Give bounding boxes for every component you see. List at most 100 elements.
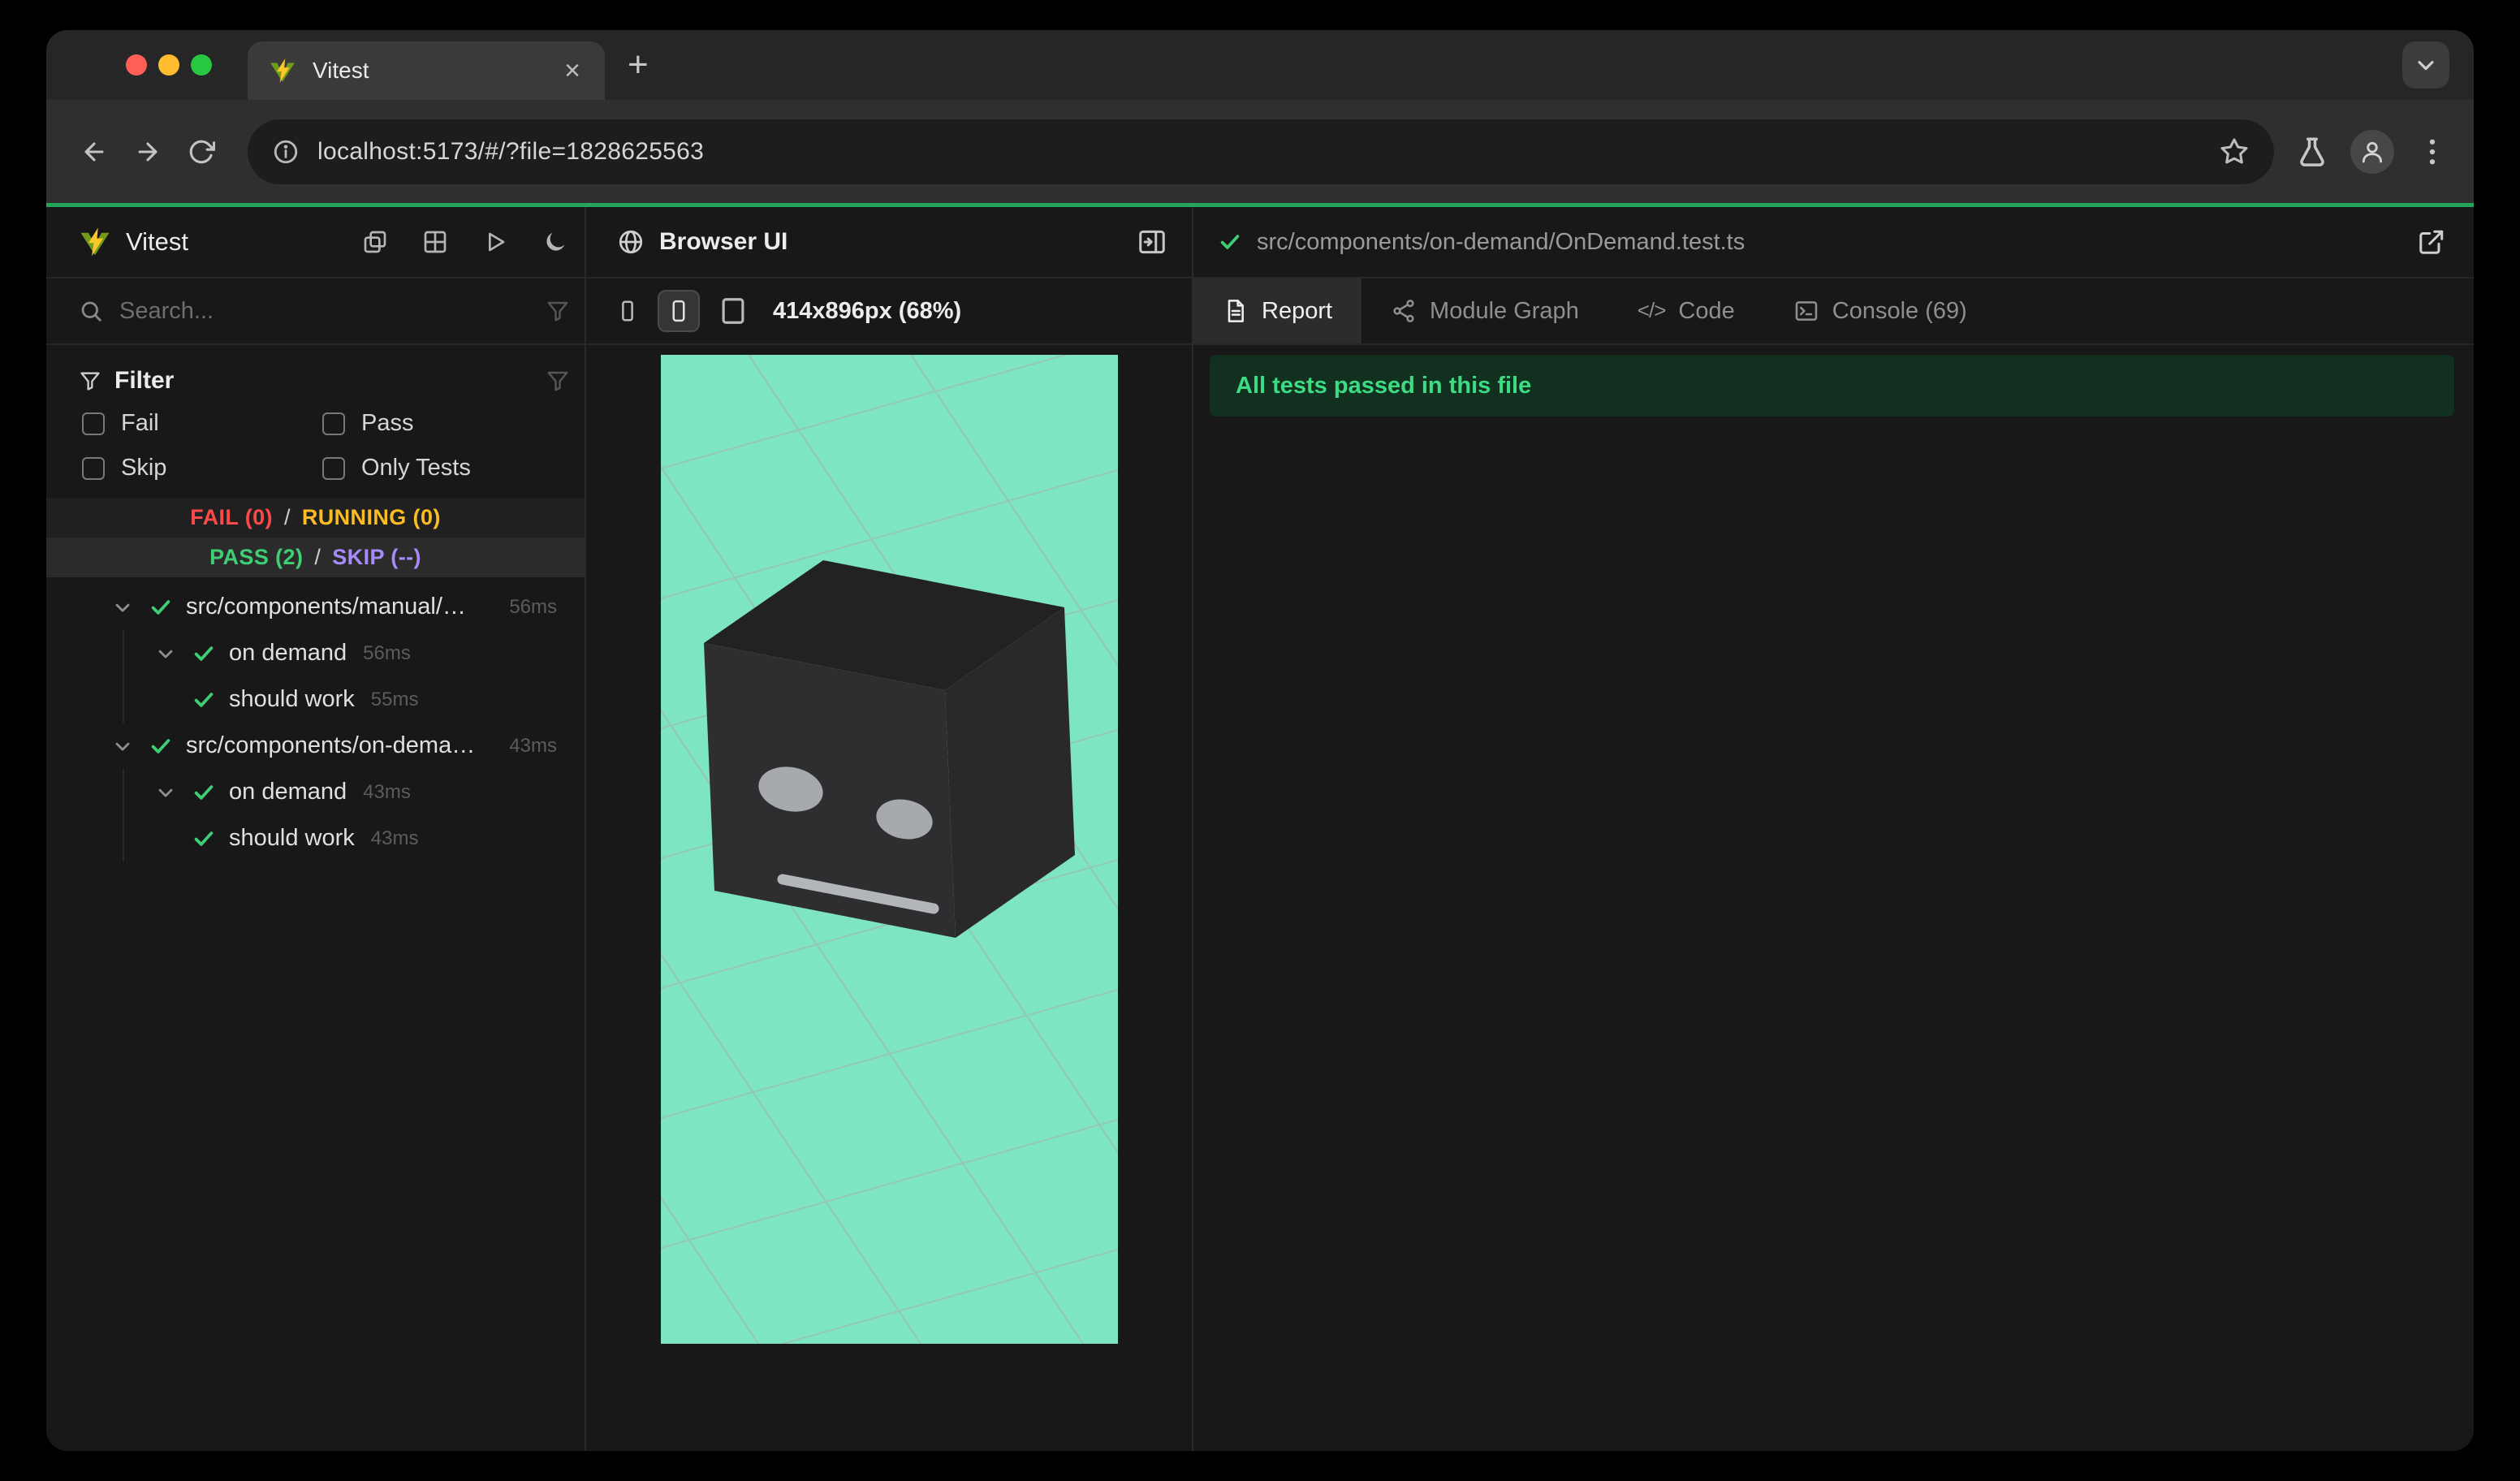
checkbox-label: Fail [121,410,159,436]
tab-report[interactable]: Report [1193,278,1362,343]
tree-row-duration: 43ms [370,827,419,849]
sidebar-search-row [46,278,585,345]
minimize-window-button[interactable] [158,54,179,76]
tree-row-duration: 43ms [509,734,557,757]
vitest-ui: Vitest Search... Filter Fail Pass Skip O… [46,207,2474,1451]
check-icon [194,692,214,707]
play-icon [489,232,505,252]
checkbox-label: Only Tests [361,455,471,481]
moon-icon [546,232,565,251]
browser-tab-vitest[interactable]: Vitest × [248,41,605,100]
tree-row-label: src/components/manual/… [186,594,466,620]
chevron-down-icon[interactable] [154,642,177,665]
summary-row-pass-skip: PASS (2) / SKIP (--) [46,538,585,577]
external-link-icon[interactable] [2417,227,2446,257]
reload-icon [189,140,215,163]
globe-icon [619,230,643,254]
address-bar[interactable]: localhost:5173/#/?file=1828625563 [248,119,2274,184]
checkbox-icon [322,456,345,480]
fail-count: FAIL (0) [190,505,273,529]
tree-row-label: on demand [229,779,347,805]
forward-button[interactable] [124,128,171,175]
console-icon [1795,301,1818,321]
tab-label: Console (69) [1832,297,1967,324]
summary-separator: / [314,545,321,569]
run-all-button[interactable] [479,226,511,258]
tablet-preset-button[interactable] [718,296,749,326]
tree-row-label: should work [229,686,355,712]
chevron-down-icon[interactable] [111,596,134,619]
small-phone-preset-button[interactable] [615,299,640,323]
search-icon [81,301,101,322]
experiments-flask-icon[interactable] [2295,135,2329,169]
tab-console[interactable]: Console (69) [1764,278,1996,343]
site-info-icon[interactable] [272,138,300,166]
tree-row-duration: 56ms [509,595,557,618]
tested-app-viewport[interactable] [660,355,1118,1344]
check-icon [194,831,214,846]
browser-ui-header: Browser UI [586,207,1192,278]
person-icon [2362,141,2383,162]
check-icon [151,738,170,753]
back-button[interactable] [71,128,118,175]
toolbar-right-icons [2295,129,2449,174]
reload-button[interactable] [178,128,225,175]
tree-row-file-on-demand[interactable]: src/components/on-dema… 43ms [46,723,585,769]
tree-row-duration: 55ms [370,688,419,710]
zoom-window-button[interactable] [191,54,212,76]
report-panel: src/components/on-demand/OnDemand.test.t… [1193,207,2474,1451]
filter-header: Filter [79,358,570,404]
back-arrow-icon [84,142,104,161]
open-in-panel-icon[interactable] [1137,227,1167,257]
dashboard-button[interactable] [419,226,451,258]
filter-options: Fail Pass Skip Only Tests [79,410,570,481]
robot-cube-scene [660,355,1118,1344]
check-icon [1220,235,1240,249]
viewport-size-label: 414x896px (68%) [773,297,962,324]
active-phone-preset-button[interactable] [658,290,700,332]
tab-close-icon[interactable]: × [561,57,584,84]
tab-module-graph[interactable]: Module Graph [1361,278,1608,343]
tree-row-suite-on-demand-2[interactable]: on demand 43ms [46,769,585,815]
filter-checkbox-only-tests[interactable]: Only Tests [322,455,570,481]
chevron-down-icon [2418,61,2434,71]
chevron-down-icon[interactable] [154,781,177,804]
tree-row-label: on demand [229,640,347,666]
app-title: Vitest [126,227,188,256]
bookmark-star-icon[interactable] [2219,136,2250,167]
tree-row-test-should-work[interactable]: should work 55ms [46,676,585,723]
new-tab-button[interactable]: + [628,47,649,83]
tab-code[interactable]: </> Code [1608,278,1764,343]
browser-ui-title: Browser UI [659,228,788,255]
filter-checkbox-skip[interactable]: Skip [82,455,322,481]
filter-checkbox-fail[interactable]: Fail [82,410,322,437]
traffic-lights [126,54,212,76]
filter-checkbox-pass[interactable]: Pass [322,410,570,437]
viewport-toolbar: 414x896px (68%) [586,278,1192,345]
tab-title: Vitest [313,58,369,83]
dark-mode-toggle[interactable] [539,226,572,258]
test-tree: src/components/manual/… 56ms on demand 5… [46,577,585,1451]
filter-panel: Filter Fail Pass Skip Only Tests [46,345,585,498]
profile-button[interactable] [2350,129,2394,174]
test-file-path: src/components/on-demand/OnDemand.test.t… [1257,228,1745,255]
search-input[interactable] [118,296,531,326]
tree-row-duration: 43ms [363,780,411,803]
funnel-icon [80,372,100,391]
chevron-down-icon[interactable] [111,735,134,758]
filter-reset-icon[interactable] [546,369,570,393]
browser-menu-kebab-icon[interactable] [2415,135,2449,169]
tab-label: Module Graph [1430,297,1579,324]
tab-search-button[interactable] [2402,41,2449,89]
document-icon [1228,300,1244,322]
tree-row-test-should-work-2[interactable]: should work 43ms [46,815,585,861]
close-window-button[interactable] [126,54,147,76]
collapse-all-button[interactable] [359,226,391,258]
url-text: localhost:5173/#/?file=1828625563 [317,137,705,165]
summary-row-fail-running: FAIL (0) / RUNNING (0) [46,498,585,538]
clear-filter-icon[interactable] [546,299,570,323]
tree-row-suite-on-demand[interactable]: on demand 56ms [46,630,585,676]
tab-label: Code [1678,297,1735,324]
forward-arrow-icon [138,142,158,161]
tree-row-file-manual[interactable]: src/components/manual/… 56ms [46,584,585,630]
